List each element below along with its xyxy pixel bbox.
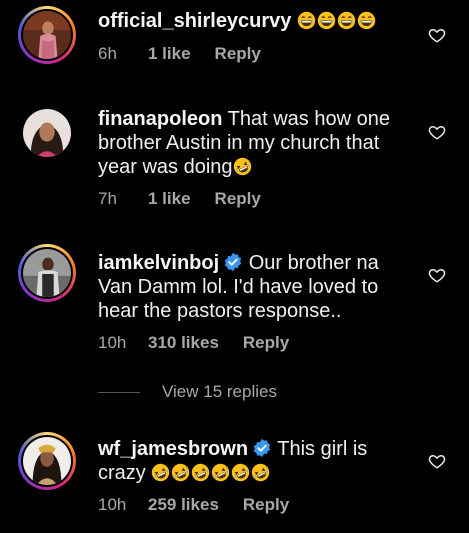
rofl-emoji-icon [151, 463, 170, 482]
grin-sweat-emoji-icon [297, 11, 316, 30]
grin-sweat-emoji-icon [357, 11, 376, 30]
rofl-emoji-icon [233, 157, 252, 176]
verified-badge-icon [223, 252, 243, 272]
comment-time: 7h [98, 189, 117, 208]
divider-line [98, 391, 140, 393]
heart-icon[interactable] [428, 452, 446, 470]
comment-time: 10h [98, 333, 127, 352]
comment-username[interactable]: official_shirleycurvy [98, 10, 291, 32]
comment-body: official_shirleycurvy [98, 9, 418, 33]
comment-body: iamkelvinboj Our brother na Van Damm lol… [98, 251, 418, 323]
grin-sweat-emoji-icon [337, 11, 356, 30]
emoji-group [151, 462, 271, 484]
comment-meta: 7h 1 like Reply [98, 189, 261, 209]
reply-button[interactable]: Reply [215, 44, 261, 64]
comment-time: 10h [98, 495, 127, 514]
avatar[interactable] [18, 432, 76, 490]
rofl-emoji-icon [251, 463, 270, 482]
emoji-group [297, 10, 377, 32]
avatar[interactable] [18, 244, 76, 302]
view-replies-label: View 15 replies [162, 382, 277, 401]
comment-likes[interactable]: 1 like [148, 44, 191, 64]
comment-time: 6h [98, 44, 117, 63]
comment-meta: 6h 1 like Reply [98, 44, 261, 64]
comment-meta: 10h 310 likes Reply [98, 333, 289, 353]
comment-meta: 10h 259 likes Reply [98, 495, 289, 515]
verified-badge-icon [252, 438, 272, 458]
avatar[interactable] [18, 6, 76, 64]
rofl-emoji-icon [231, 463, 250, 482]
rofl-emoji-icon [211, 463, 230, 482]
emoji-group [233, 156, 253, 178]
reply-button[interactable]: Reply [215, 189, 261, 209]
grin-sweat-emoji-icon [317, 11, 336, 30]
comment-username[interactable]: finanapoleon [98, 108, 222, 130]
reply-button[interactable]: Reply [243, 333, 289, 353]
reply-button[interactable]: Reply [243, 495, 289, 515]
rofl-emoji-icon [191, 463, 210, 482]
comment-likes[interactable]: 310 likes [148, 333, 219, 353]
comment-username[interactable]: iamkelvinboj [98, 252, 219, 274]
heart-icon[interactable] [428, 266, 446, 284]
comment-likes[interactable]: 259 likes [148, 495, 219, 515]
comment-body: finanapoleon That was how one brother Au… [98, 107, 418, 179]
heart-icon[interactable] [428, 26, 446, 44]
rofl-emoji-icon [171, 463, 190, 482]
comment-username[interactable]: wf_jamesbrown [98, 438, 248, 460]
heart-icon[interactable] [428, 123, 446, 141]
comment-likes[interactable]: 1 like [148, 189, 191, 209]
avatar[interactable] [18, 104, 76, 162]
view-replies-button[interactable]: View 15 replies [98, 382, 277, 402]
comment-body: wf_jamesbrown This girl is crazy [98, 437, 418, 485]
